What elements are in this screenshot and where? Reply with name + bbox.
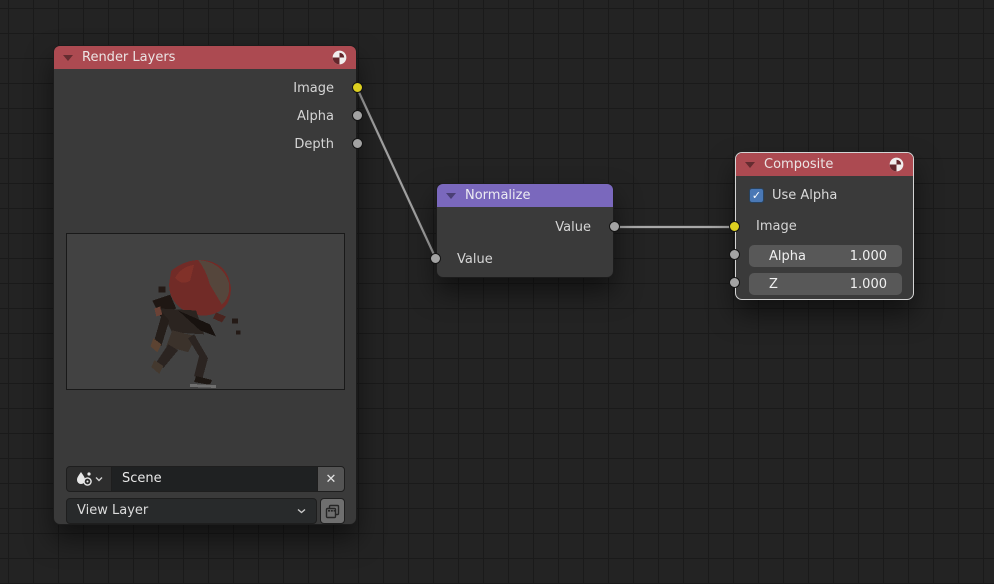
scene-name-field[interactable]: Scene [112,466,317,492]
use-alpha-row: ✓ Use Alpha [749,183,837,207]
node-normalize[interactable]: Normalize Value Value [436,183,614,278]
view-layer-value: View Layer [77,499,148,523]
render-preview-character [67,234,344,389]
socket-output-value[interactable] [609,221,620,232]
socket-output-depth[interactable] [352,138,363,149]
use-alpha-label: Use Alpha [772,188,837,203]
collapse-arrow-icon[interactable] [446,193,456,199]
link-image-to-normalize [357,88,436,259]
socket-input-z[interactable] [729,277,740,288]
composite-header[interactable]: Composite [736,153,913,176]
z-value-slider[interactable]: Z 1.000 [749,273,902,295]
check-icon: ✓ [752,189,761,202]
scene-icon [76,471,93,487]
close-icon: ✕ [326,472,337,487]
chevron-down-icon [297,508,306,514]
node-editor-canvas[interactable]: Render Layers Image Alpha Depth [0,0,994,584]
scene-browse-button[interactable] [66,466,112,492]
socket-output-alpha[interactable] [352,110,363,121]
render-result-icon [332,50,347,65]
collapse-arrow-icon[interactable] [63,55,73,61]
view-layer-row: View Layer [66,498,345,524]
output-label-image: Image [54,77,356,101]
collapse-arrow-icon[interactable] [745,162,755,168]
view-layer-dropdown[interactable]: View Layer [66,498,317,524]
input-label-value: Value [437,248,613,272]
use-alpha-checkbox[interactable]: ✓ [749,188,764,203]
output-label-alpha: Alpha [54,105,356,129]
input-label-image: Image [736,215,913,239]
chevron-down-icon [95,476,103,482]
z-value: 1.000 [850,277,887,292]
alpha-value: 1.000 [850,249,887,264]
render-layers-header[interactable]: Render Layers [54,46,356,69]
z-label: Z [769,277,778,292]
node-render-layers[interactable]: Render Layers Image Alpha Depth [53,45,357,525]
node-title: Render Layers [82,50,175,65]
scene-unlink-button[interactable]: ✕ [317,466,345,492]
socket-input-alpha[interactable] [729,249,740,260]
output-label-depth: Depth [54,133,356,157]
socket-input-value[interactable] [430,253,441,264]
node-title: Normalize [465,188,530,203]
node-composite[interactable]: Composite ✓ Use Alpha Image Alpha 1.000 … [735,152,914,300]
alpha-label: Alpha [769,249,806,264]
view-layer-new-button[interactable] [320,498,345,524]
render-preview [66,233,345,390]
socket-input-image[interactable] [729,221,740,232]
normalize-header[interactable]: Normalize [437,184,613,207]
socket-output-image[interactable] [352,82,363,93]
render-layers-icon [325,504,340,519]
output-label-value: Value [437,216,613,240]
render-result-icon [889,157,904,172]
alpha-value-slider[interactable]: Alpha 1.000 [749,245,902,267]
scene-selector-row: Scene ✕ [66,466,345,492]
node-title: Composite [764,157,833,172]
